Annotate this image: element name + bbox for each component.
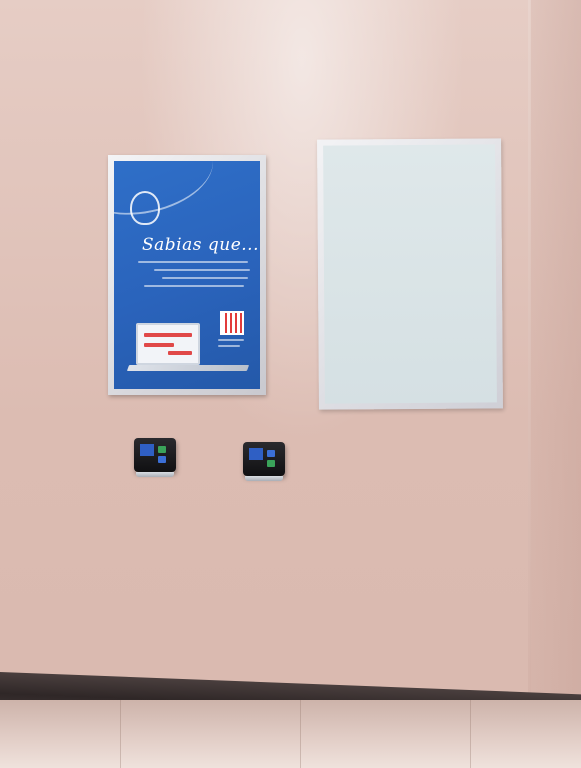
- crest-logo-icon: [130, 191, 160, 225]
- blue-indicator-icon: [267, 450, 275, 457]
- poster-text-line: [218, 345, 240, 347]
- poster-title: Sabias que...: [142, 235, 259, 255]
- empty-frame: [317, 138, 503, 410]
- swoosh-graphic: [114, 161, 221, 227]
- poster-text-line: [138, 261, 248, 263]
- wall-seam: [528, 0, 531, 700]
- wall-corner-shade: [530, 0, 581, 705]
- blue-poster: Sabias que...: [114, 161, 260, 389]
- qr-code-icon: [220, 311, 244, 335]
- green-indicator-icon: [267, 460, 275, 467]
- floor-tile-line: [300, 700, 301, 768]
- laptop-base: [126, 365, 250, 371]
- terminal-device-right: [243, 442, 285, 481]
- poster-text-line: [218, 339, 244, 341]
- device-mount: [245, 476, 283, 481]
- blue-indicator-icon: [158, 456, 166, 463]
- floor: [0, 700, 581, 768]
- poster-frame: Sabias que...: [108, 155, 266, 395]
- floor-tile-line: [470, 700, 471, 768]
- poster-text-line: [162, 277, 248, 279]
- device-screen: [140, 444, 154, 456]
- green-indicator-icon: [158, 446, 166, 453]
- device-mount: [136, 472, 174, 477]
- laptop-illustration: [136, 323, 200, 365]
- floor-tile-line: [120, 700, 121, 768]
- terminal-device-left: [134, 438, 176, 477]
- empty-frame-panel: [323, 144, 497, 404]
- poster-text-line: [144, 285, 244, 287]
- poster-text-line: [154, 269, 250, 271]
- device-screen: [249, 448, 263, 460]
- photo-scene: Sabias que...: [0, 0, 581, 768]
